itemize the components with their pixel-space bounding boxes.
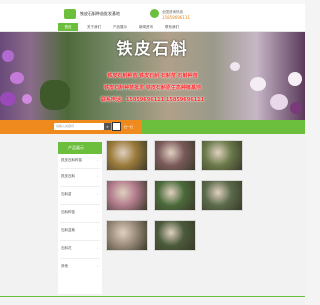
orchid-flower <box>230 62 240 71</box>
banner-line-3: 联系电话：15859696111 15859696111 <box>100 97 205 103</box>
sidebar-item[interactable]: 石斛种苗 <box>61 210 75 215</box>
divider <box>60 222 100 223</box>
product-thumbnail[interactable] <box>106 180 148 211</box>
divider <box>60 168 100 169</box>
chevron-right-icon: › <box>97 246 99 250</box>
divider <box>60 240 100 241</box>
divider <box>60 258 100 259</box>
content-area <box>0 134 305 305</box>
nav-item-news[interactable]: 新闻资讯 <box>136 23 156 31</box>
search-icon: ⌕ <box>106 124 109 129</box>
logo-icon[interactable] <box>64 9 76 19</box>
search-bar-right <box>142 120 305 134</box>
sidebar-item[interactable]: 石斛花 <box>61 246 72 251</box>
search-button[interactable]: ⌕ <box>104 123 111 130</box>
site-logo-text: 铁皮石斛种苗批发基地 <box>80 11 120 16</box>
divider <box>60 204 100 205</box>
hero-banner: 铁皮石斛 铁皮石斛种苗 铁皮石斛 石斛苗 石斛种苗 铁皮石斛种苗批发 铁皮石斛原… <box>0 32 305 120</box>
banner-title: 铁皮石斛 <box>116 39 189 58</box>
product-thumbnail[interactable] <box>154 140 196 171</box>
sidebar-item[interactable]: 石斛苗 <box>61 192 72 197</box>
sidebar-title: 产品展示 <box>58 142 102 154</box>
chevron-right-icon: › <box>97 192 99 196</box>
search-input[interactable]: 请输入关键词 <box>54 123 104 130</box>
qr-code-icon <box>112 122 121 131</box>
divider <box>60 186 100 187</box>
nav-item-products[interactable]: 产品展示 <box>110 23 130 31</box>
product-thumbnail[interactable] <box>201 140 243 171</box>
nav-item-about[interactable]: 关于我们 <box>84 23 104 31</box>
chevron-right-icon: › <box>97 264 99 268</box>
footer-divider <box>0 296 305 297</box>
product-thumbnail[interactable] <box>106 220 148 251</box>
banner-line-2: 铁皮石斛种苗批发 铁皮石斛原生态种植基地 <box>104 85 201 91</box>
product-thumbnail[interactable] <box>201 180 243 211</box>
product-thumbnail[interactable] <box>154 220 196 251</box>
phone-number: 15859696111 <box>162 15 190 20</box>
sidebar-list: 铁皮石斛种苗 › 铁皮石斛 › 石斛苗 › 石斛种苗 › 石斛盆栽 › 石斛花 … <box>58 154 102 294</box>
sidebar-item[interactable]: 铁皮石斛 <box>61 174 75 179</box>
chevron-right-icon: › <box>97 228 99 232</box>
sidebar-item[interactable]: 其他 <box>61 264 68 269</box>
orchid-flower <box>290 102 302 114</box>
header: 铁皮石斛种苗批发基地 全国咨询热线 15859696111 <box>0 4 305 22</box>
product-thumbnail[interactable] <box>154 180 196 211</box>
product-thumbnail[interactable] <box>106 140 148 171</box>
qr-label: 扫一扫 <box>124 125 134 129</box>
nav-item-contact[interactable]: 联系我们 <box>162 23 182 31</box>
main-nav: 首页 关于我们 产品展示 新闻资讯 联系我们 <box>0 22 305 32</box>
chevron-right-icon: › <box>97 174 99 178</box>
sidebar-item[interactable]: 铁皮石斛种苗 <box>61 158 82 163</box>
phone-icon <box>150 9 159 18</box>
chevron-right-icon: › <box>97 210 99 214</box>
chevron-right-icon: › <box>97 158 99 162</box>
sidebar-item[interactable]: 石斛盆栽 <box>61 228 75 233</box>
banner-line-1: 铁皮石斛种苗 铁皮石斛 石斛苗 石斛种苗 <box>107 73 198 79</box>
nav-item-home[interactable]: 首页 <box>58 23 78 31</box>
